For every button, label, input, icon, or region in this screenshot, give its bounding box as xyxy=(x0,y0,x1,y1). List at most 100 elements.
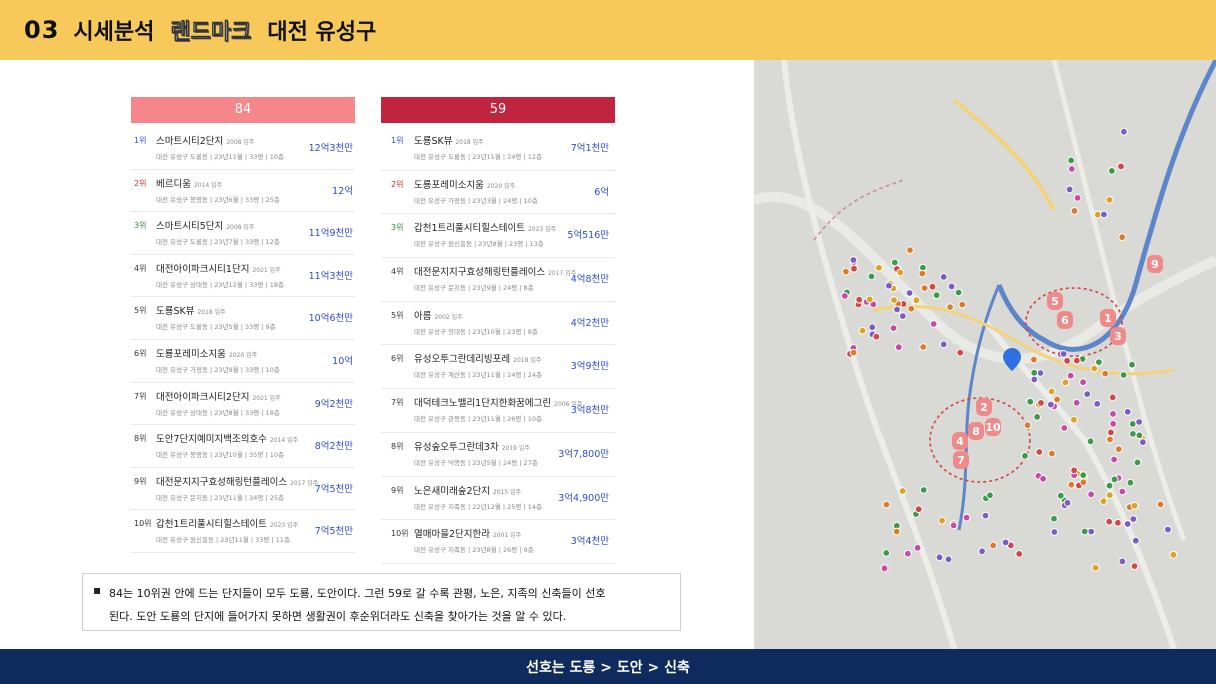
complex-name-text: 도룡SK뷰 xyxy=(414,136,453,147)
complex-name-text: 스마트시티2단지 xyxy=(156,136,224,147)
complex-name: 도룡SK뷰 2018 입주 xyxy=(414,133,484,147)
complex-name: 도룡포레미소지움 2020 입주 xyxy=(156,346,257,360)
rank-marker-label: 10 xyxy=(985,421,1001,434)
map-poi-dot xyxy=(935,553,944,562)
trade-price: 11억3천만 xyxy=(308,270,353,282)
map-poi-dot xyxy=(1046,400,1055,409)
map-poi-dot xyxy=(939,273,948,281)
map-poi-dot xyxy=(1164,525,1172,534)
map-poi-dot xyxy=(1091,563,1100,572)
map-poi-dot xyxy=(1063,356,1072,365)
complex-name-text: 유성숲오투그란데3차 xyxy=(414,441,499,453)
move-in-year: 2015 입주 xyxy=(492,488,522,496)
map-poi-dot xyxy=(1087,527,1096,536)
complex-name-text: 노은새미래숲2단지 xyxy=(414,485,490,497)
map-canvas[interactable]: 1 2 3 4 56 7 8 9 10 xyxy=(754,60,1216,649)
map-poi-dot xyxy=(1001,538,1010,547)
complex-name-text: 베르디움 xyxy=(156,178,191,190)
map-poi-dot xyxy=(1023,421,1032,430)
map-poi-dot xyxy=(1021,452,1029,460)
rank-row: 2위 도룡포레미소지움 2020 입주 대전 유성구 가정동 | 23년3월 | 24… xyxy=(381,171,615,215)
trade-price: 3억4천만 xyxy=(570,536,609,548)
trade-price: 10억 xyxy=(332,355,353,367)
rank-row: 4위 대전문지지구효성해링턴플레이스 2017 입주 대전 유성구 문지동 | 23년… xyxy=(381,258,615,302)
map-poi-dot xyxy=(1048,449,1056,458)
map-poi-dot xyxy=(892,527,901,536)
move-in-year: 2001 입주 xyxy=(492,532,522,540)
rank-row: 2위 베르디움 2014 입주 대전 유성구 봉명동 | 23년6월 | 33평 | … xyxy=(131,170,355,213)
move-in-year: 2002 입주 xyxy=(434,313,463,321)
trade-detail: 대전 유성구 상대동 | 23년12월 | 33평 | 18층 xyxy=(156,280,284,289)
map-poi-dot xyxy=(1128,360,1136,369)
complex-name: 스마트시티5단지 2008 입주 xyxy=(156,218,254,232)
map-poi-dot xyxy=(906,246,914,255)
map-poi-dot xyxy=(1047,387,1056,396)
trade-price: 12억 xyxy=(332,185,353,197)
complex-name: 열매마을2단지한라 2001 입주 xyxy=(414,526,521,540)
map-poi-dot xyxy=(1118,233,1127,242)
note-line-1: 84는 10위권 안에 드는 단지들이 모두 도룡, 도안이다. 그런 59로 … xyxy=(109,587,606,600)
move-in-year: 2020 입주 xyxy=(228,351,258,359)
map-poi-dot xyxy=(1080,527,1089,536)
complex-name: 유성숲오투그란데3차 2019 입주 xyxy=(414,439,530,453)
map-poi-dot xyxy=(1079,478,1088,487)
map-poi-dot xyxy=(932,291,941,300)
complex-name-text: 도룡포레미소지움 xyxy=(414,179,484,191)
section-region: 대전 유성구 xyxy=(267,20,377,45)
map-poi-dot xyxy=(1093,399,1102,408)
map-poi-dot xyxy=(1037,399,1045,407)
map-poi-dot xyxy=(1131,536,1140,545)
footer-text: 선호는 도룡 > 도안 > 신축 xyxy=(526,659,690,676)
location-map[interactable]: 1 2 3 4 5 6 7 8 9 10 xyxy=(754,60,1216,649)
trade-price: 7억5천만 xyxy=(314,483,353,495)
trade-price: 6억 xyxy=(594,186,609,198)
move-in-year: 2023 입주 xyxy=(269,522,299,530)
map-poi-dot xyxy=(882,500,891,509)
map-poi-dot xyxy=(868,323,877,332)
map-poi-dot xyxy=(903,549,912,558)
map-poi-dot xyxy=(842,267,850,276)
rank-number: 1위 xyxy=(391,136,404,145)
map-poi-dot xyxy=(1118,557,1127,566)
complex-name-text: 유성오투그란데리빙포레 xyxy=(414,354,511,366)
note-bullet: ▪ xyxy=(93,583,102,597)
map-poi-dot xyxy=(1050,528,1059,536)
title-bar: 03 시세분석 랜드마크 대전 유성구 xyxy=(0,0,1216,60)
rank-row: 8위 유성숲오투그란데3차 2019 입주 대전 유성구 덕명동 | 23년5월 | … xyxy=(381,433,615,477)
map-poi-dot xyxy=(1126,478,1135,487)
map-poi-dot xyxy=(947,282,956,291)
rank-number: 4위 xyxy=(391,267,404,277)
section-title: 시세분석 xyxy=(73,20,155,45)
rank-row: 9위 노은새미래숲2단지 2015 입주 대전 유성구 지족동 | 22년12월 | … xyxy=(381,477,615,521)
move-in-year: 2014 입주 xyxy=(269,437,299,445)
map-poi-dot xyxy=(939,340,948,349)
map-poi-dot xyxy=(986,491,994,500)
map-poi-dot xyxy=(1053,395,1062,404)
complex-name: 아름 2002 입주 xyxy=(414,308,463,322)
map-poi-dot xyxy=(907,304,916,313)
rank-marker-label: 7 xyxy=(957,454,965,467)
complex-name-text: 대전문지지구효성해링턴플레이스 xyxy=(414,267,546,279)
map-poi-dot xyxy=(885,281,893,290)
rank-row: 9위 대전문지지구효성해링턴플레이스 2017 입주 대전 유성구 문지동 | 23년… xyxy=(131,468,355,511)
trade-detail: 대전 유성구 덕명동 | 23년5월 | 24평 | 27층 xyxy=(414,458,538,467)
note-line-2: 된다. 도안 도룡의 단지에 들어가지 못하면 생활권이 후순위더라도 신축을 … xyxy=(109,610,567,623)
move-in-year: 2023 입주 xyxy=(527,226,557,234)
map-poi-dot xyxy=(929,320,938,328)
complex-name-text: 대덕테크노밸리1단지한화꿈에그린 xyxy=(414,398,552,410)
map-poi-dot xyxy=(958,300,967,309)
rank-number: 2위 xyxy=(391,179,404,189)
rank-row: 3위 스마트시티5단지 2008 입주 대전 유성구 도룡동 | 23년7월 | 33… xyxy=(131,212,355,255)
rank-row: 3위 갑천1트리풀시티힐스테이트 2023 입주 대전 유성구 원신흥동 | 23년8… xyxy=(381,214,615,259)
complex-name-text: 도룡SK뷰 xyxy=(156,306,195,318)
trade-detail: 대전 유성구 지족동 | 22년12월 | 25평 | 14층 xyxy=(414,502,542,511)
trade-price: 3억7,800만 xyxy=(558,448,609,460)
map-poi-dot xyxy=(889,324,898,333)
map-poi-dot xyxy=(893,305,901,314)
complex-name: 도룡SK뷰 2018 입주 xyxy=(156,303,226,317)
map-poi-dot xyxy=(849,348,858,357)
trade-detail: 대전 유성구 가정동 | 23년3월 | 24평 | 10층 xyxy=(414,196,538,205)
map-poi-dot xyxy=(946,303,955,312)
map-poi-dot xyxy=(928,282,937,291)
trade-detail: 대전 유성구 계산동 | 23년11월 | 24평 | 24층 xyxy=(414,371,542,380)
